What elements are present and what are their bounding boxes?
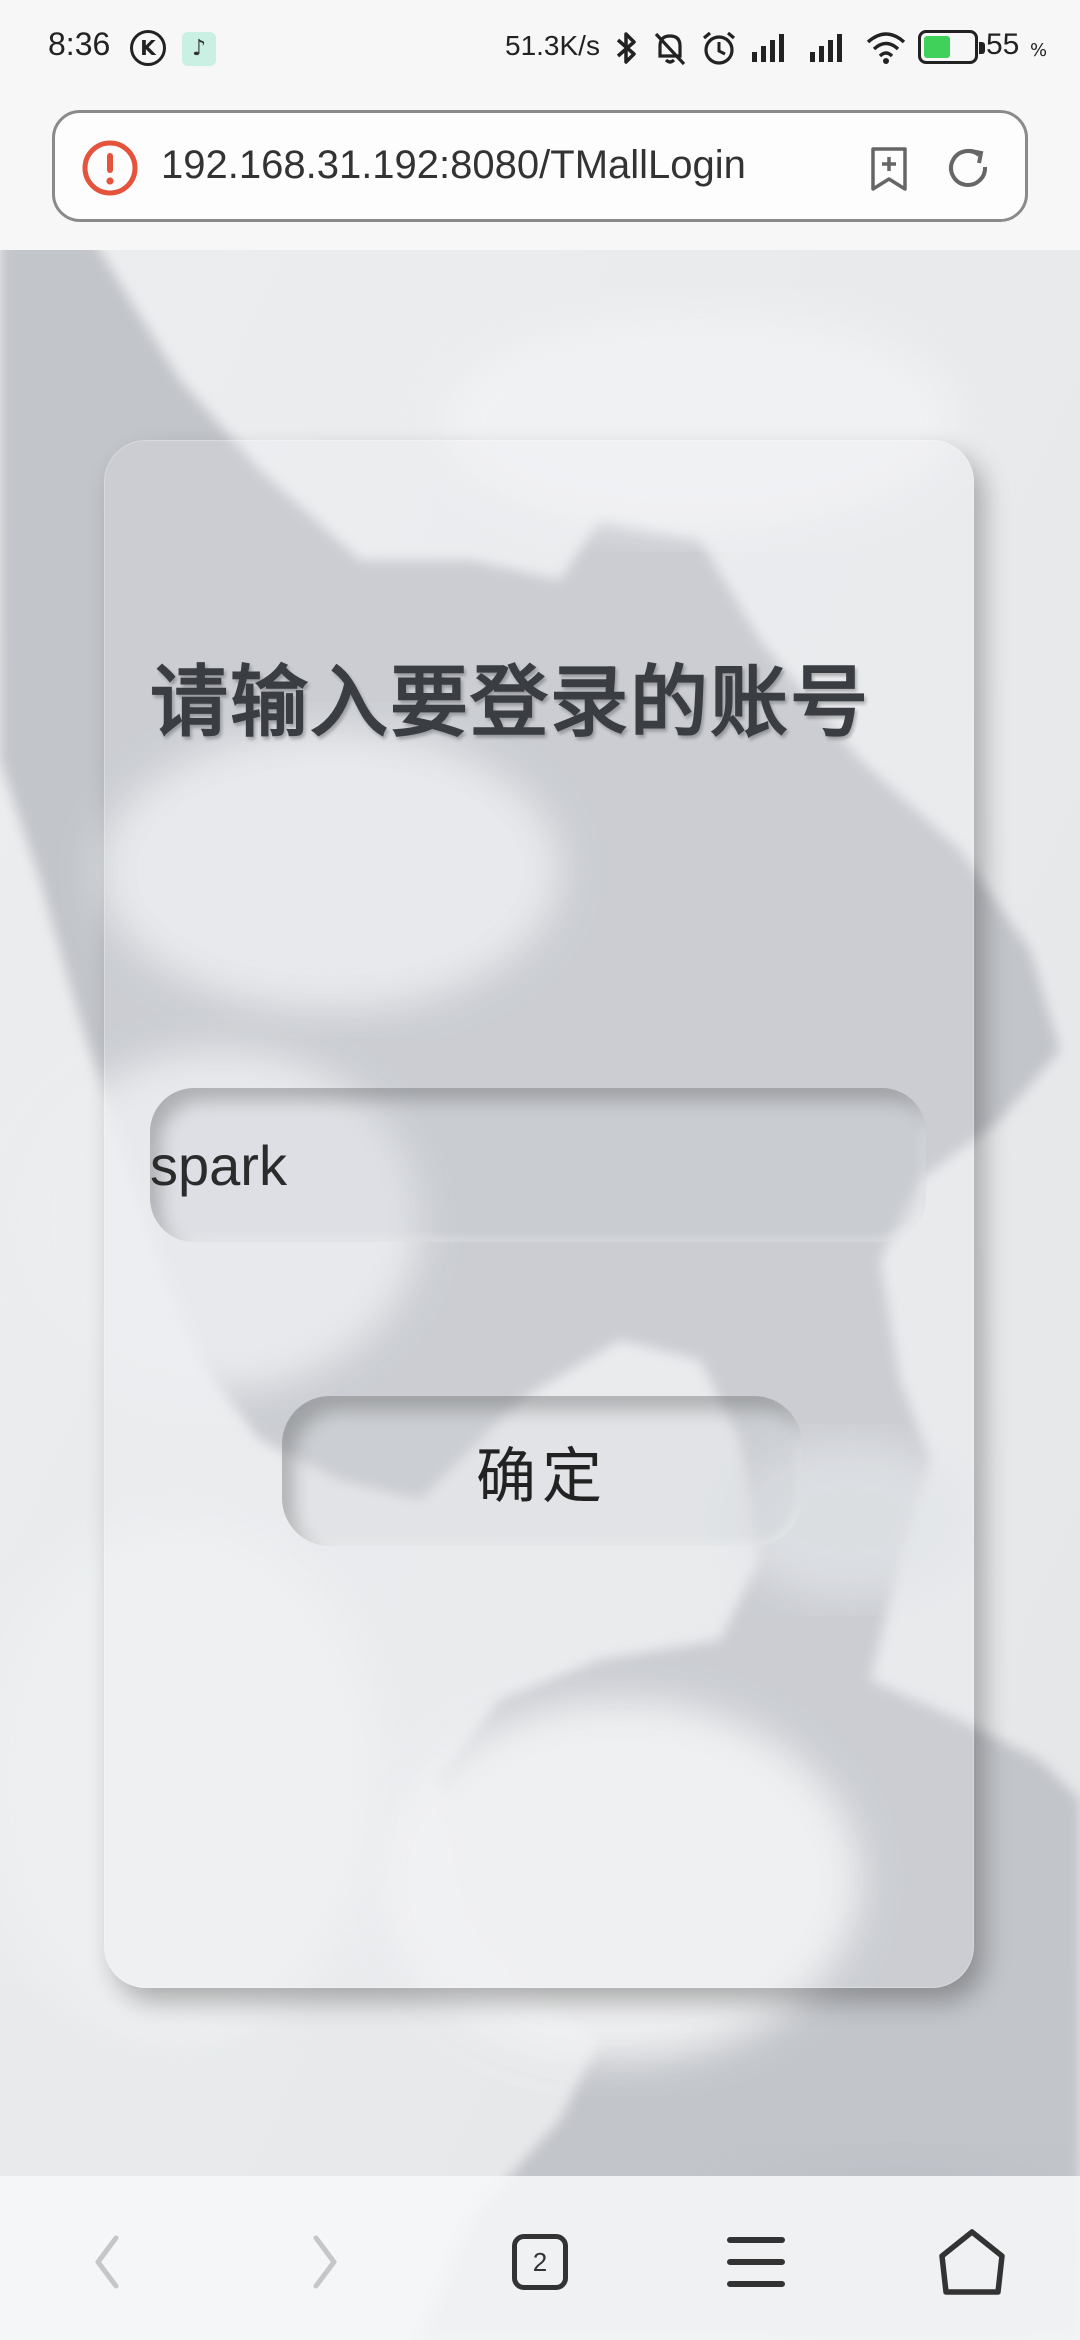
battery-percent-sign: % xyxy=(1030,40,1048,61)
status-bar: 8:36 K ♪ 51.3K/s 55 % xyxy=(0,0,1080,96)
network-speed: 51.3K/s xyxy=(505,30,600,61)
bluetooth-icon xyxy=(616,32,636,64)
warning-icon[interactable] xyxy=(81,139,139,197)
signal-icon-2 xyxy=(810,34,842,62)
url-text[interactable]: 192.168.31.192:8080/TMallLogin xyxy=(161,143,841,188)
tabs-button[interactable]: 2 xyxy=(500,2222,580,2302)
signal-icon-1 xyxy=(752,34,784,62)
menu-icon[interactable] xyxy=(716,2222,796,2302)
reload-icon[interactable] xyxy=(943,143,993,193)
login-title: 请输入要登录的账号 xyxy=(150,658,871,748)
wifi-icon xyxy=(866,32,906,64)
tiktok-icon: ♪ xyxy=(182,32,216,66)
back-icon[interactable] xyxy=(68,2222,148,2302)
k-app-icon: K xyxy=(130,30,166,66)
add-bookmark-icon[interactable] xyxy=(867,145,911,193)
browser-toolbar: 192.168.31.192:8080/TMallLogin xyxy=(0,96,1080,250)
battery-level: 55 xyxy=(986,28,1020,61)
browser-bottom-nav: 2 xyxy=(0,2176,1080,2340)
battery-fill xyxy=(924,36,950,58)
forward-icon[interactable] xyxy=(284,2222,364,2302)
address-bar[interactable]: 192.168.31.192:8080/TMallLogin xyxy=(52,110,1028,222)
account-input[interactable] xyxy=(150,1088,926,1242)
battery-icon xyxy=(918,30,985,64)
alarm-icon xyxy=(702,31,736,65)
status-time: 8:36 xyxy=(48,26,111,62)
home-icon[interactable] xyxy=(932,2222,1012,2302)
tab-count: 2 xyxy=(512,2234,568,2290)
confirm-button[interactable]: 确定 xyxy=(282,1396,802,1546)
bell-muted-icon xyxy=(654,32,686,66)
